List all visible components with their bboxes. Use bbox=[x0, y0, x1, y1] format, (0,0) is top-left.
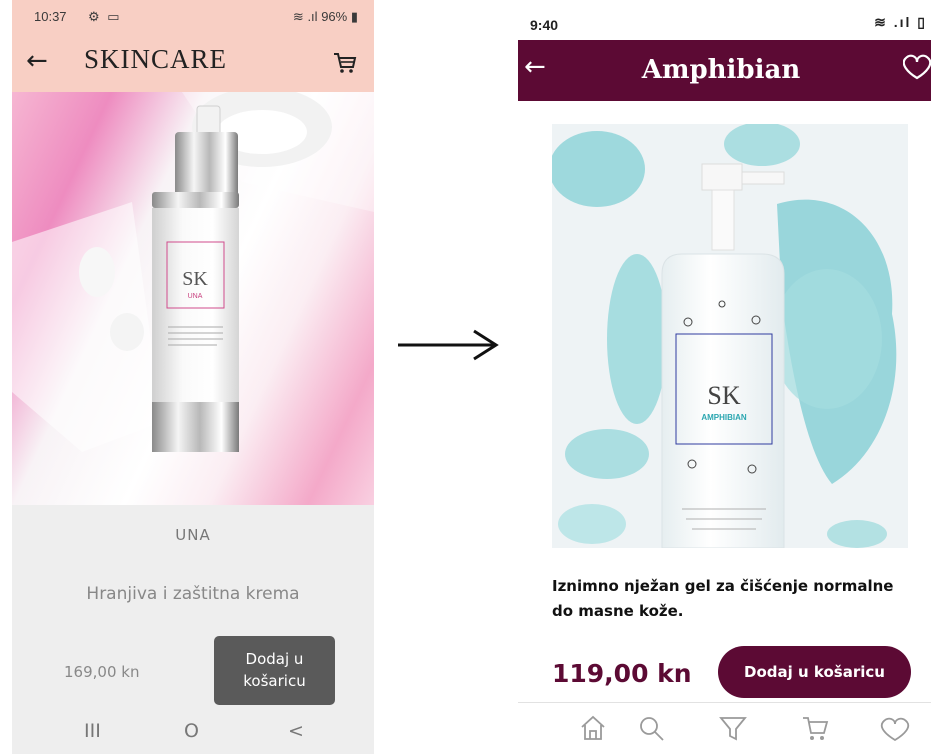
notification-icons: ⚙ ▭ bbox=[88, 9, 122, 24]
home-icon[interactable] bbox=[578, 713, 608, 743]
recents-icon[interactable]: III bbox=[84, 720, 101, 742]
system-nav-bar: III O < bbox=[12, 712, 374, 754]
product-price: 119,00 kn bbox=[552, 659, 692, 688]
status-bar: 10:37 ⚙ ▭ ≋ .ıl 96% ▮ bbox=[12, 0, 374, 34]
product-description: Hranjiva i zaštitna krema bbox=[86, 584, 300, 604]
battery-icon: ▯ bbox=[917, 14, 927, 30]
label-logo: SK bbox=[182, 268, 208, 290]
label-logo: SK bbox=[707, 381, 740, 410]
status-icons: ≋ .ıl ▯ bbox=[874, 14, 927, 31]
product-price: 169,00 kn bbox=[64, 663, 140, 681]
battery-icon: ▮ bbox=[350, 9, 358, 24]
product-image: SK AMPHIBIAN bbox=[552, 124, 908, 548]
wifi-icon: ≋ bbox=[292, 9, 304, 24]
favorite-heart-icon[interactable] bbox=[903, 51, 931, 83]
right-arrow-icon bbox=[398, 329, 499, 361]
system-back-icon[interactable]: < bbox=[288, 720, 304, 742]
add-to-cart-label-line2: košaricu bbox=[243, 672, 306, 690]
heart-icon[interactable] bbox=[880, 713, 910, 743]
bottom-nav-bar bbox=[518, 703, 931, 754]
status-right: ≋ .ıl 96% ▮ bbox=[293, 9, 358, 25]
wifi-icon: ≋ bbox=[874, 14, 888, 30]
add-to-cart-button[interactable]: Dodaj u košaricu bbox=[718, 646, 911, 698]
filter-icon[interactable] bbox=[718, 713, 748, 743]
add-to-cart-button[interactable]: Dodaj u košaricu bbox=[214, 636, 335, 705]
cart-icon[interactable] bbox=[332, 51, 358, 75]
search-icon[interactable] bbox=[636, 713, 666, 743]
status-bar: 9:40 ≋ .ıl ▯ bbox=[518, 0, 931, 40]
signal-icon: .ıl bbox=[893, 14, 912, 30]
app-bar: ← SKINCARE bbox=[12, 34, 374, 92]
product-image: SK UNA bbox=[12, 92, 374, 505]
old-design-screen: 10:37 ⚙ ▭ ≋ .ıl 96% ▮ ← SKINCARE SK UNA … bbox=[12, 0, 374, 754]
app-bar: ← Amphibian bbox=[518, 40, 931, 101]
label-name: UNA bbox=[188, 293, 203, 300]
back-arrow-icon[interactable]: ← bbox=[26, 46, 48, 76]
page-title: Amphibian bbox=[641, 55, 801, 85]
page-title: SKINCARE bbox=[84, 44, 228, 74]
status-time: 10:37 bbox=[34, 9, 67, 24]
home-circle-icon[interactable]: O bbox=[184, 720, 199, 742]
cart-icon[interactable] bbox=[800, 713, 830, 743]
new-design-screen: 9:40 ≋ .ıl ▯ ← Amphibian SK AMPHIBIAN Iz… bbox=[518, 0, 931, 754]
product-photo: SK AMPHIBIAN bbox=[552, 124, 908, 548]
signal-icon: .ıl bbox=[307, 9, 318, 24]
product-photo: SK UNA bbox=[12, 92, 374, 452]
battery-level: 96% bbox=[321, 9, 348, 24]
product-name: UNA bbox=[175, 526, 211, 544]
add-to-cart-label-line1: Dodaj u bbox=[245, 650, 304, 668]
label-name: AMPHIBIAN bbox=[701, 413, 747, 422]
status-time: 9:40 bbox=[530, 17, 559, 33]
product-description: Iznimno nježan gel za čišćenje normalne … bbox=[552, 577, 894, 620]
